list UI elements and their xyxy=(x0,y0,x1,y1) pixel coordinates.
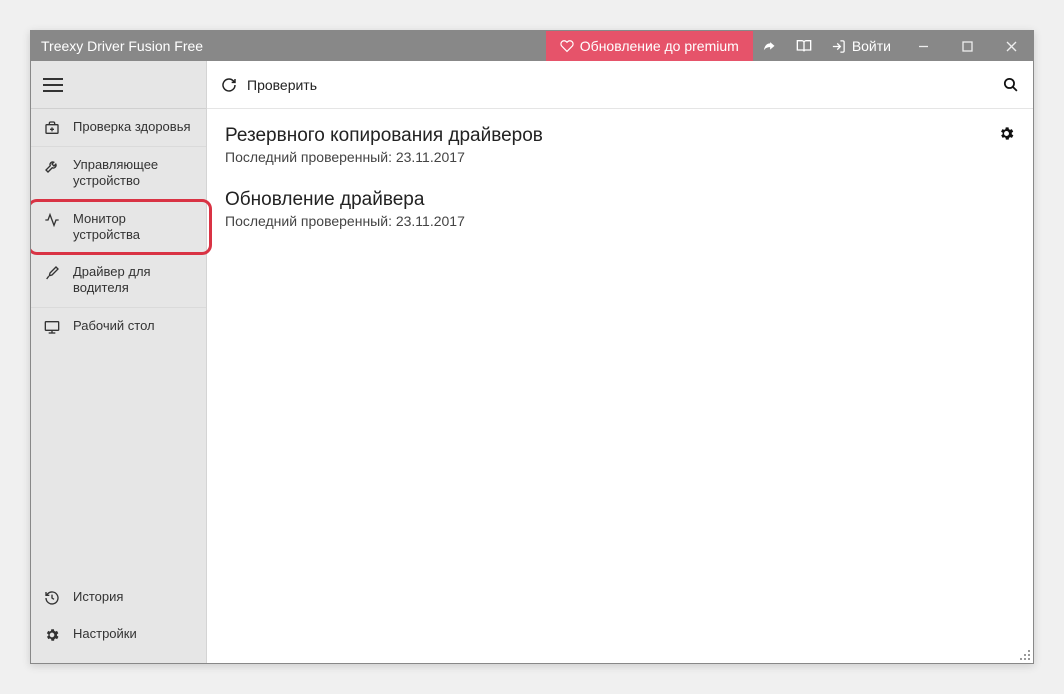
section-backup[interactable]: Резервного копирования драйверов Последн… xyxy=(225,125,1015,165)
sidebar-item-label: Драйвер для водителя xyxy=(73,264,196,297)
sidebar-item-label: Проверка здоровья xyxy=(73,119,196,135)
close-button[interactable] xyxy=(989,31,1033,61)
desktop-icon xyxy=(43,319,61,335)
content-area: Проверить Резервного копирования драйвер… xyxy=(207,61,1033,663)
share-button[interactable] xyxy=(753,31,787,61)
login-button[interactable]: Войти xyxy=(821,31,901,61)
content-body: Резервного копирования драйверов Последн… xyxy=(207,109,1033,663)
sidebar-item-label: Настройки xyxy=(73,626,194,642)
sidebar-item-desktop[interactable]: Рабочий стол xyxy=(31,308,206,345)
section-title: Обновление драйвера xyxy=(225,189,1015,211)
hamburger-button[interactable] xyxy=(31,61,206,109)
section-update[interactable]: Обновление драйвера Последний проверенны… xyxy=(225,189,1015,229)
sidebar-item-device-control[interactable]: Управляющее устройство xyxy=(31,147,206,201)
gear-icon xyxy=(43,627,61,643)
check-button[interactable]: Проверить xyxy=(221,77,317,93)
minimize-button[interactable] xyxy=(901,31,945,61)
sidebar-item-label: Управляющее устройство xyxy=(73,157,196,190)
maximize-button[interactable] xyxy=(945,31,989,61)
section-settings-button[interactable] xyxy=(998,125,1015,142)
sidebar-item-device-monitor[interactable]: Монитор устройства xyxy=(31,201,206,255)
titlebar: Treexy Driver Fusion Free Обновление до … xyxy=(31,31,1033,61)
sidebar-item-history[interactable]: История xyxy=(31,579,206,616)
sidebar: Проверка здоровья Управляющее устройство… xyxy=(31,61,207,663)
check-label: Проверить xyxy=(247,77,317,93)
sidebar-item-health-check[interactable]: Проверка здоровья xyxy=(31,109,206,147)
section-subtitle: Последний проверенный: 23.11.2017 xyxy=(225,213,1015,229)
refresh-icon xyxy=(221,77,237,93)
sidebar-main: Проверка здоровья Управляющее устройство… xyxy=(31,109,206,575)
upgrade-premium-label: Обновление до premium xyxy=(580,38,739,54)
window-controls xyxy=(901,31,1033,61)
login-icon xyxy=(831,39,846,54)
upgrade-premium-button[interactable]: Обновление до premium xyxy=(546,31,753,61)
section-title: Резервного копирования драйверов xyxy=(225,125,1015,147)
medkit-icon xyxy=(43,120,61,136)
wrench-icon xyxy=(43,158,61,174)
brush-icon xyxy=(43,265,61,281)
app-window: Treexy Driver Fusion Free Обновление до … xyxy=(30,30,1034,664)
window-title: Treexy Driver Fusion Free xyxy=(31,31,546,61)
sidebar-item-label: История xyxy=(73,589,194,605)
activity-icon xyxy=(43,212,61,228)
toolbar: Проверить xyxy=(207,61,1033,109)
sidebar-item-driver[interactable]: Драйвер для водителя xyxy=(31,254,206,308)
sidebar-item-label: Монитор устройства xyxy=(73,211,196,244)
login-label: Войти xyxy=(852,38,891,54)
section-subtitle: Последний проверенный: 23.11.2017 xyxy=(225,149,1015,165)
sidebar-item-settings[interactable]: Настройки xyxy=(31,616,206,653)
heart-icon xyxy=(560,39,574,53)
search-button[interactable] xyxy=(1002,76,1019,93)
sidebar-footer: История Настройки xyxy=(31,575,206,663)
book-button[interactable] xyxy=(787,31,821,61)
history-icon xyxy=(43,590,61,606)
sidebar-item-label: Рабочий стол xyxy=(73,318,196,334)
app-body: Проверка здоровья Управляющее устройство… xyxy=(31,61,1033,663)
resize-grip[interactable] xyxy=(1017,647,1031,661)
